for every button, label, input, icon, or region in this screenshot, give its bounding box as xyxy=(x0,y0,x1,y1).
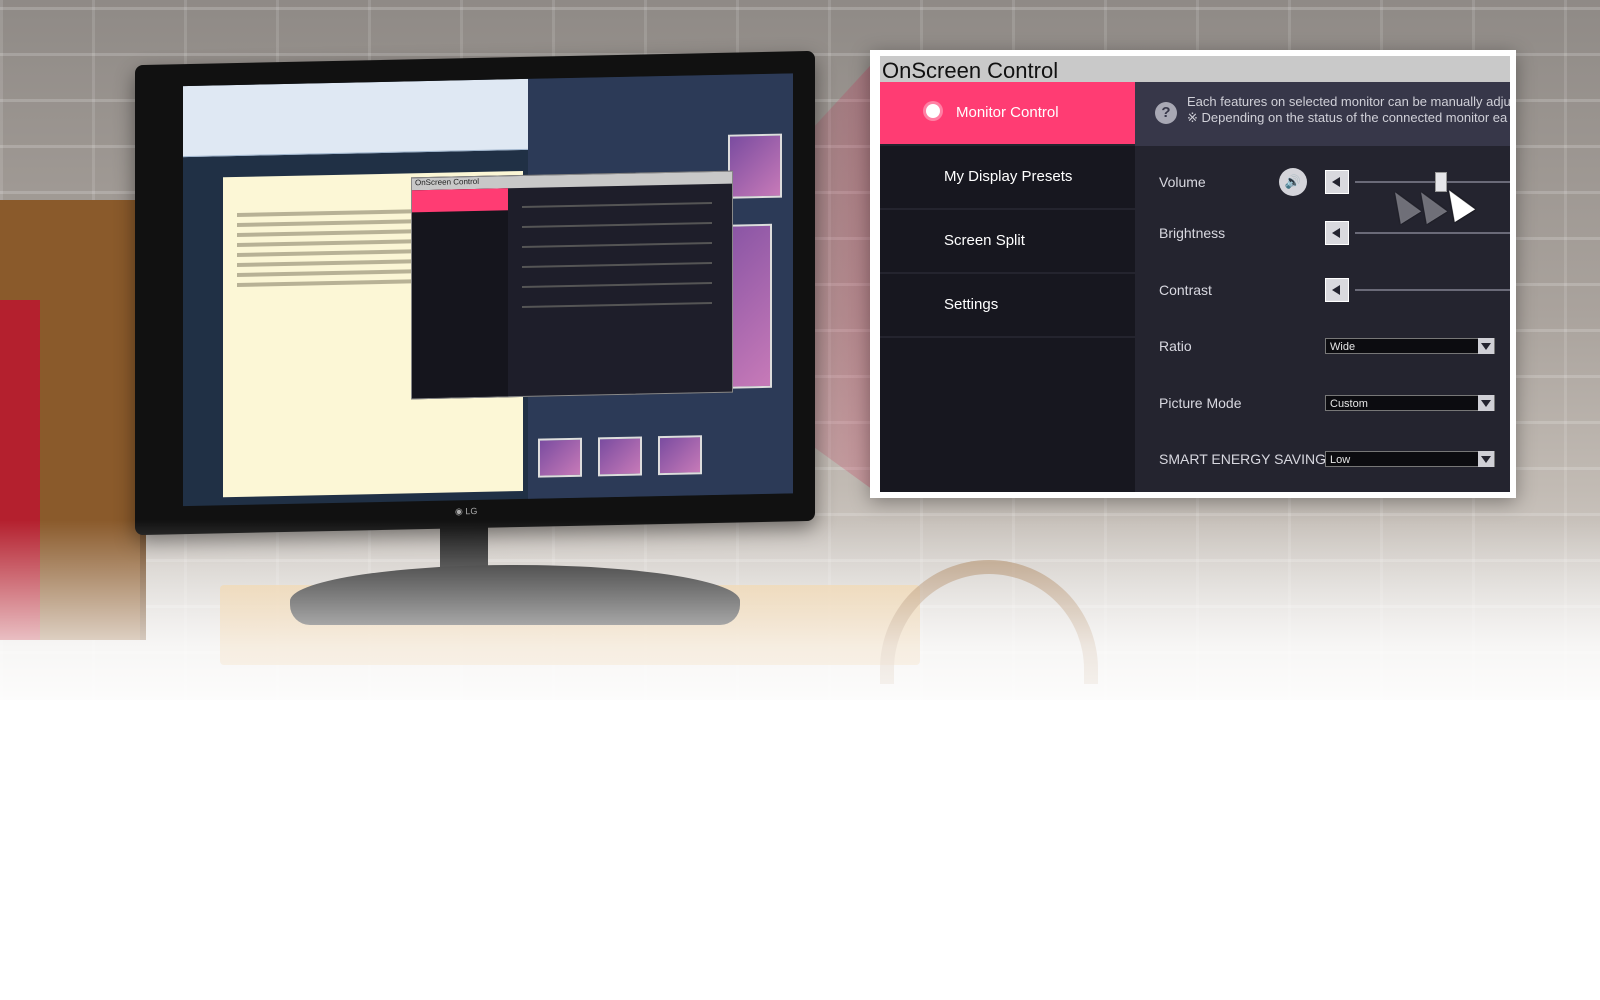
sidebar: Monitor Control My Display Presets Scree… xyxy=(880,82,1135,492)
sidebar-item-my-display-presets[interactable]: My Display Presets xyxy=(880,146,1135,210)
word-ribbon xyxy=(183,78,528,158)
info-line-2: ※ Depending on the status of the connect… xyxy=(1187,110,1508,125)
volume-slider-track[interactable] xyxy=(1355,181,1510,183)
ratio-label: Ratio xyxy=(1159,338,1192,354)
volume-label: Volume xyxy=(1159,174,1206,190)
volume-slider-thumb[interactable] xyxy=(1435,172,1447,192)
energy-saving-label: SMART ENERGY SAVING xyxy=(1159,451,1327,467)
speaker-icon[interactable]: 🔊 xyxy=(1279,168,1307,196)
photo-thumbnail xyxy=(538,437,582,478)
sidebar-item-label: Screen Split xyxy=(944,232,1025,249)
energy-saving-select[interactable]: Low xyxy=(1325,451,1495,467)
radio-selected-icon xyxy=(926,104,940,118)
onscreen-control-panel: OnScreen Control Monitor Control My Disp… xyxy=(870,50,1516,498)
bottom-fade xyxy=(0,520,1600,750)
mini-slider xyxy=(522,282,712,289)
volume-decrease-button[interactable] xyxy=(1325,170,1349,194)
mini-sidebar xyxy=(412,188,508,399)
photo-thumbnail xyxy=(658,435,702,476)
sidebar-item-settings[interactable]: Settings xyxy=(880,274,1135,338)
contrast-decrease-button[interactable] xyxy=(1325,278,1349,302)
sidebar-item-label: Monitor Control xyxy=(956,104,1059,121)
main-panel: ? Each features on selected monitor can … xyxy=(1135,82,1510,492)
monitor: OnScreen Control ◉ LG xyxy=(135,50,815,536)
window-title: OnScreen Control xyxy=(882,58,1059,83)
mini-active-item xyxy=(412,188,508,213)
mini-slider xyxy=(522,222,712,229)
picture-mode-select[interactable]: Custom xyxy=(1325,395,1495,411)
ratio-value: Wide xyxy=(1330,341,1356,353)
info-bar: ? Each features on selected monitor can … xyxy=(1135,82,1510,146)
contrast-slider-track[interactable] xyxy=(1355,289,1510,291)
dropdown-caret-icon[interactable] xyxy=(1478,338,1494,354)
lg-logo: ◉ LG xyxy=(455,505,478,517)
mini-slider xyxy=(522,202,712,209)
onscreen-control-window: OnScreen Control Monitor Control My Disp… xyxy=(880,56,1510,492)
photo-thumbnail xyxy=(728,133,782,199)
brightness-decrease-button[interactable] xyxy=(1325,221,1349,245)
photo-thumbnail xyxy=(598,436,642,477)
monitor-screen: OnScreen Control xyxy=(183,73,793,507)
contrast-label: Contrast xyxy=(1159,282,1212,298)
info-text: Each features on selected monitor can be… xyxy=(1187,94,1510,126)
sidebar-item-label: Settings xyxy=(944,296,999,313)
sidebar-item-label: My Display Presets xyxy=(944,168,1073,185)
mini-onscreen-control: OnScreen Control xyxy=(411,170,733,400)
picture-mode-value: Custom xyxy=(1330,398,1368,410)
energy-saving-value: Low xyxy=(1330,454,1351,466)
sidebar-item-monitor-control[interactable]: Monitor Control xyxy=(880,82,1135,146)
mini-slider xyxy=(522,242,712,249)
ratio-select[interactable]: Wide xyxy=(1325,338,1495,354)
mini-slider xyxy=(522,262,712,269)
dropdown-caret-icon[interactable] xyxy=(1478,395,1494,411)
brightness-slider-track[interactable] xyxy=(1355,232,1510,234)
sidebar-item-screen-split[interactable]: Screen Split xyxy=(880,210,1135,274)
help-icon[interactable]: ? xyxy=(1155,102,1177,124)
info-line-1: Each features on selected monitor can be… xyxy=(1187,94,1510,109)
picture-mode-label: Picture Mode xyxy=(1159,395,1242,411)
dropdown-caret-icon[interactable] xyxy=(1478,451,1494,467)
mini-slider xyxy=(522,302,712,309)
brightness-label: Brightness xyxy=(1159,225,1226,241)
